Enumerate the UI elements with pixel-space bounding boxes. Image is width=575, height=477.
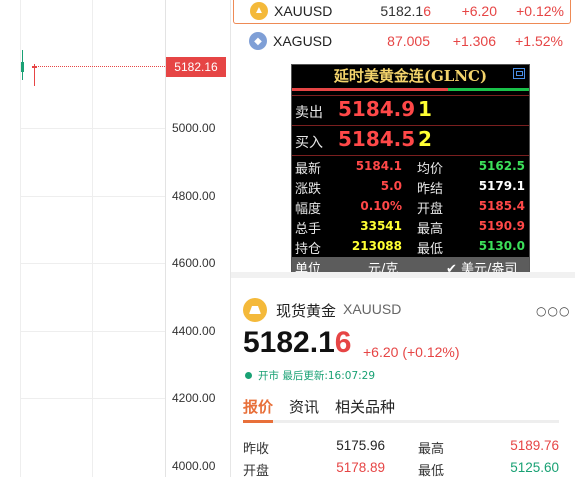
stat-label: 均价 [417, 162, 444, 177]
instrument-detail: 现货黄金 XAUUSD ○○○ 5182.16 +6.20 (+0.12%) 开… [231, 272, 575, 477]
sell-price: 5184.9 [338, 97, 416, 121]
sell-row: 卖出 5184.9 1 [292, 95, 529, 125]
stat-label: 幅度 [295, 202, 322, 217]
stats-grid: 最新 5184.1 均价 5162.5 涨跌 5.0 昨结 5179.1 幅度 … [292, 155, 529, 257]
stat-label: 最低 [418, 464, 445, 477]
price-change-percent: +1.52% [515, 33, 563, 49]
stats-row: 总手 33541 最高 5190.9 [292, 216, 529, 237]
y-tick: 5000.00 [172, 121, 216, 135]
stat-value: 5185.4 [478, 199, 525, 213]
stat-value: 5184.1 [355, 159, 402, 173]
y-tick: 4200.00 [172, 391, 216, 405]
stat-value: 5125.60 [510, 460, 559, 475]
detail-price: 5182.16 [243, 326, 352, 359]
stat-label: 最高 [417, 222, 444, 237]
current-price-line [34, 66, 165, 67]
stat-value: 213088 [351, 239, 402, 253]
sell-strength-bar [292, 88, 448, 91]
y-tick: 4400.00 [172, 324, 216, 338]
candles [21, 50, 37, 86]
stats-row: 涨跌 5.0 昨结 5179.1 [292, 176, 529, 197]
stat-value: 5189.76 [510, 438, 559, 453]
stat-label: 最低 [417, 242, 444, 257]
quote-board-popup: 延时美黄金连(GLNC) 卖出 5184.9 1 买入 5184.5 2 最新 … [291, 64, 530, 277]
stat-value: 5179.1 [478, 179, 525, 193]
price-change: +6.20 [461, 2, 497, 19]
instrument-code: XAUUSD [343, 301, 402, 317]
tab-related[interactable]: 相关品种 [335, 396, 395, 417]
board-title: 延时美黄金连(GLNC) [333, 67, 488, 85]
stat-label: 总手 [295, 222, 322, 237]
stat-label: 持仓 [295, 242, 322, 257]
stat-label: 昨收 [243, 442, 270, 457]
stat-label: 开盘 [417, 202, 444, 217]
buy-strength-bar [448, 88, 529, 91]
last-price: 5182.16 [380, 2, 431, 19]
last-price: 87.005 [387, 33, 430, 49]
market-status: 开市 最后更新:16:07:29 [258, 370, 376, 382]
instrument-name: 现货黄金 [276, 302, 337, 320]
more-options-icon[interactable]: ○○○ [536, 304, 570, 318]
symbol-label: XAGUSD [273, 33, 333, 49]
tab-quote[interactable]: 报价 [243, 396, 273, 417]
tab-active-underline [243, 420, 273, 423]
stat-value: 0.10% [360, 199, 402, 213]
stat-value: 33541 [360, 219, 402, 233]
silver-icon: ◆ [249, 32, 267, 50]
stat-label: 昨结 [417, 182, 444, 197]
stats-row: 最新 5184.1 均价 5162.5 [292, 156, 529, 177]
y-tick: 4000.00 [172, 459, 216, 473]
stat-label: 最新 [295, 162, 322, 177]
sell-qty: 1 [418, 97, 432, 121]
buy-label: 买入 [295, 135, 323, 151]
stats-row: 幅度 0.10% 开盘 5185.4 [292, 196, 529, 217]
watchlist-row-xagusd[interactable]: ◆ XAGUSD 87.005 +1.306 +1.52% [233, 28, 571, 54]
stat-label: 开盘 [243, 464, 270, 477]
y-tick: 4800.00 [172, 189, 216, 203]
current-price-tag: 5182.16 [166, 57, 226, 77]
price-chart[interactable]: 5000.00 4800.00 4600.00 4400.00 4200.00 … [0, 0, 230, 477]
restore-window-icon[interactable] [513, 68, 525, 79]
quote-panel: ▲ XAUUSD 5182.16 +6.20 +0.12% ◆ XAGUSD 8… [230, 0, 575, 477]
detail-change: +6.20 (+0.12%) [363, 344, 460, 360]
symbol-label: XAUUSD [274, 2, 333, 19]
gold-bar-icon: ▲ [250, 1, 268, 20]
buy-qty: 2 [418, 127, 432, 151]
stat-value: 5190.9 [478, 219, 525, 233]
stat-value: 5178.89 [336, 460, 385, 475]
price-change: +1.306 [452, 33, 496, 49]
stat-value: 5130.0 [478, 239, 525, 253]
stat-value: 5.0 [380, 179, 402, 193]
stat-value: 5162.5 [478, 159, 525, 173]
tab-divider [243, 420, 559, 423]
tab-news[interactable]: 资讯 [289, 396, 319, 417]
gold-bar-icon [243, 298, 267, 322]
stat-label: 最高 [418, 442, 445, 457]
stats-row: 持仓 213088 最低 5130.0 [292, 236, 529, 257]
market-open-dot [245, 372, 252, 379]
stat-label: 涨跌 [295, 182, 322, 197]
stat-value: 5175.96 [336, 438, 385, 453]
sell-label: 卖出 [295, 105, 323, 121]
watchlist-row-xauusd[interactable]: ▲ XAUUSD 5182.16 +6.20 +0.12% [233, 0, 571, 24]
buy-price: 5184.5 [338, 127, 416, 151]
price-change-percent: +0.12% [516, 2, 564, 19]
y-tick: 4600.00 [172, 256, 216, 270]
buy-row: 买入 5184.5 2 [292, 125, 529, 155]
candle-body [21, 62, 24, 72]
